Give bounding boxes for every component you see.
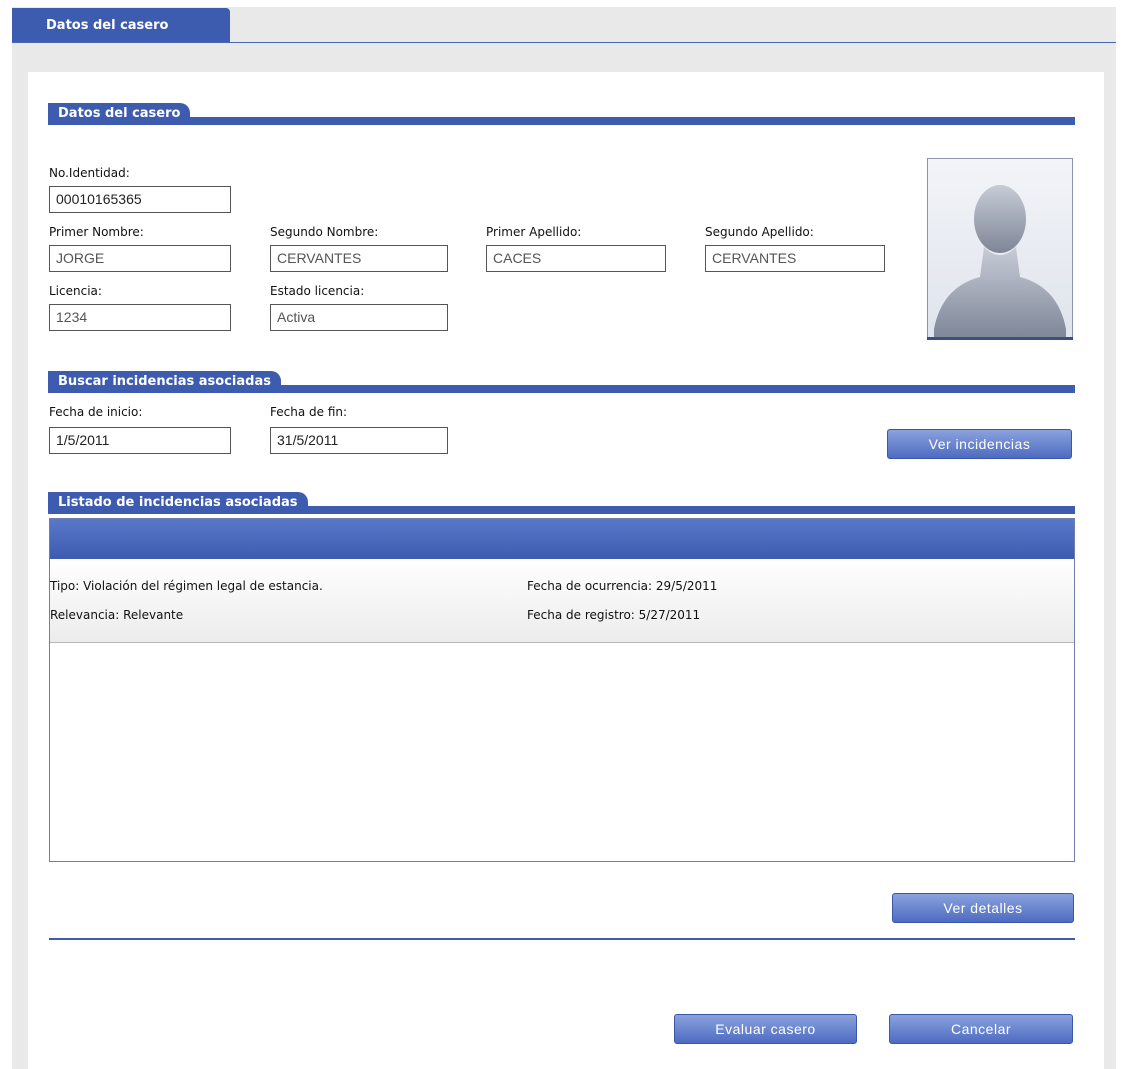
first-name-field[interactable]: JORGE (49, 245, 231, 272)
section-list-header: Listado de incidencias asociadas (48, 492, 1075, 514)
section-search-title: Buscar incidencias asociadas (48, 371, 281, 393)
incident-type: Tipo: Violación del régimen legal de est… (50, 579, 323, 593)
list-item[interactable]: Tipo: Violación del régimen legal de est… (50, 559, 1074, 643)
end-date-label: Fecha de fin: (270, 405, 348, 419)
first-surname-label: Primer Apellido: (486, 225, 582, 239)
section-list-title: Listado de incidencias asociadas (48, 492, 308, 514)
start-date-field[interactable]: 1/5/2011 (49, 427, 231, 454)
second-surname-field[interactable]: CERVANTES (705, 245, 885, 272)
incidents-list[interactable]: Tipo: Violación del régimen legal de est… (49, 518, 1075, 862)
divider (49, 938, 1075, 940)
incident-registration-date: Fecha de registro: 5/27/2011 (527, 608, 701, 622)
incident-occurrence-date: Fecha de ocurrencia: 29/5/2011 (527, 579, 718, 593)
evaluate-owner-button[interactable]: Evaluar casero (674, 1014, 857, 1044)
section-search-header: Buscar incidencias asociadas (48, 371, 1075, 393)
start-date-label: Fecha de inicio: (49, 405, 143, 419)
view-incidents-button[interactable]: Ver incidencias (887, 429, 1072, 459)
avatar-placeholder-icon (934, 185, 1066, 339)
tab-datos-casero[interactable]: Datos del casero (12, 8, 230, 42)
second-surname-label: Segundo Apellido: (705, 225, 814, 239)
first-surname-field[interactable]: CACES (486, 245, 666, 272)
cancel-button[interactable]: Cancelar (889, 1014, 1073, 1044)
license-state-label: Estado licencia: (270, 284, 365, 298)
second-name-field[interactable]: CERVANTES (270, 245, 448, 272)
view-details-button[interactable]: Ver detalles (892, 893, 1074, 923)
identity-field[interactable]: 00010165365 (49, 186, 231, 213)
section-owner-header: Datos del casero (48, 103, 1075, 125)
license-field[interactable]: 1234 (49, 304, 231, 331)
license-state-field[interactable]: Activa (270, 304, 448, 331)
identity-label: No.Identidad: (49, 166, 130, 180)
license-label: Licencia: (49, 284, 102, 298)
tab-underline (12, 42, 1116, 43)
first-name-label: Primer Nombre: (49, 225, 144, 239)
second-name-label: Segundo Nombre: (270, 225, 379, 239)
section-owner-title: Datos del casero (48, 103, 191, 125)
end-date-field[interactable]: 31/5/2011 (270, 427, 448, 454)
photo-frame-bottom (927, 337, 1073, 340)
incident-relevance: Relevancia: Relevante (50, 608, 184, 622)
tab-label: Datos del casero (46, 18, 169, 33)
incidents-list-header (50, 519, 1074, 559)
owner-photo (927, 158, 1073, 340)
